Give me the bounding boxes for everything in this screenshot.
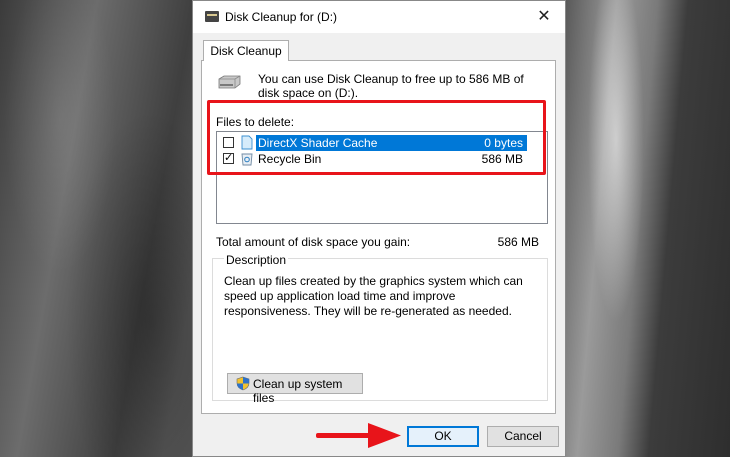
close-button[interactable]: ✕ [529,5,559,29]
total-space-value: 586 MB [497,235,539,249]
shield-icon [236,376,250,391]
tab-disk-cleanup[interactable]: Disk Cleanup [203,40,289,61]
description-text: Clean up files created by the graphics s… [224,274,523,318]
ok-button[interactable]: OK [407,426,479,447]
window-title: Disk Cleanup for (D:) [225,10,338,24]
disk-cleanup-icon [205,11,219,22]
clean-up-system-files-button[interactable]: Clean up system files [227,373,363,405]
clean-up-system-files-label: Clean up system files [253,377,343,405]
desktop-background-right [566,0,730,457]
title-bar: Disk Cleanup for (D:) ✕ [193,1,565,33]
total-space-label: Total amount of disk space you gain: [216,235,411,249]
disk-cleanup-dialog: Disk Cleanup for (D:) ✕ Disk Cleanup You… [192,0,566,457]
arrow-icon [316,423,401,448]
drive-icon [218,75,241,89]
description-legend: Description [224,253,289,267]
cancel-button[interactable]: Cancel [487,426,559,447]
files-highlight-annotation [207,100,546,175]
intro-text: You can use Disk Cleanup to free up to 5… [258,72,524,100]
